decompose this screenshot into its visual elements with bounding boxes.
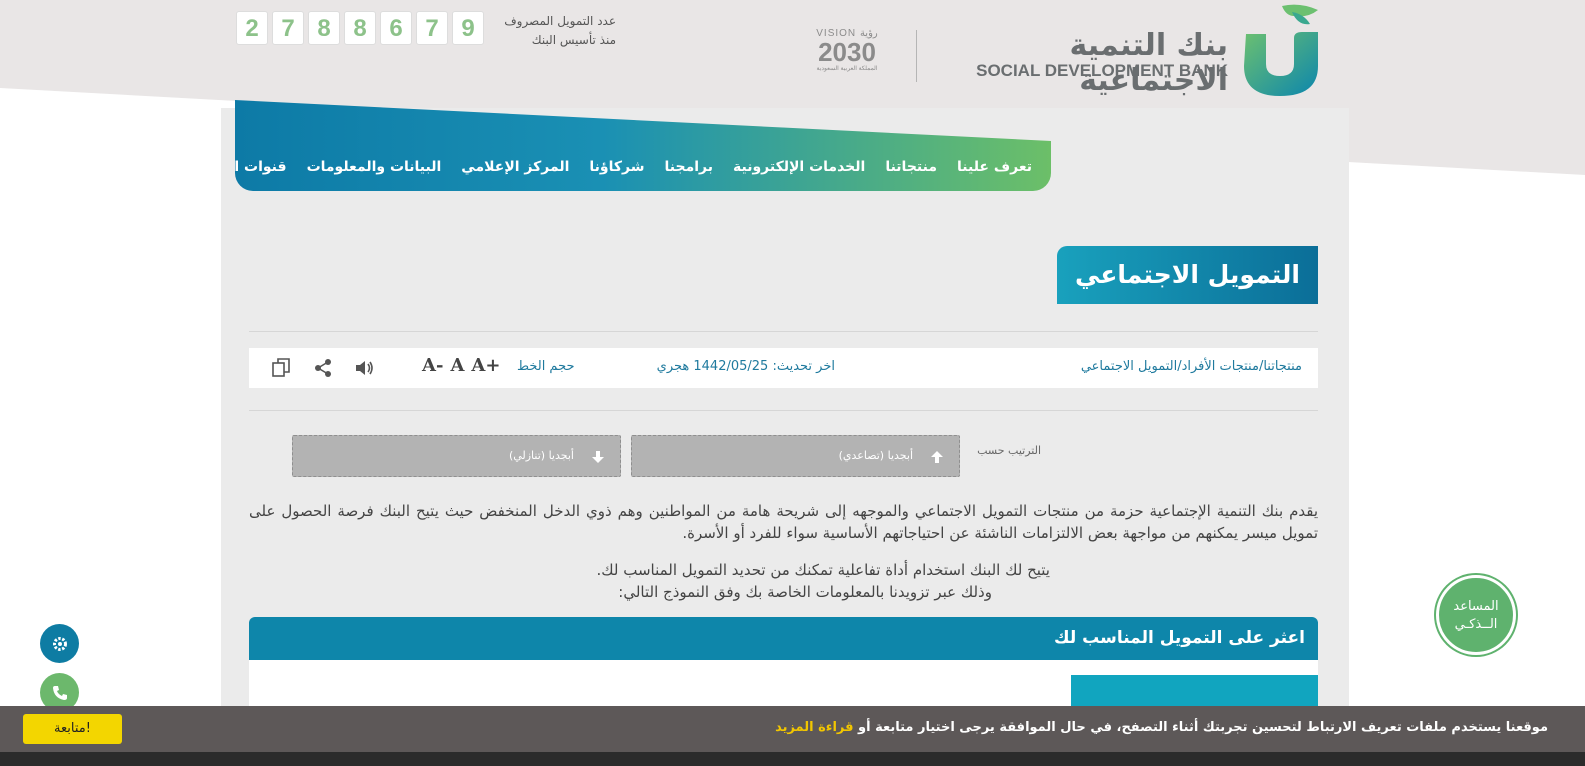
counter-digit: 9 xyxy=(452,11,484,45)
divider xyxy=(249,410,1318,411)
nav-item-products[interactable]: منتجاتنا xyxy=(885,159,937,175)
cookie-banner: موقعنا يستخدم ملفات تعريف الارتباط لتحسي… xyxy=(0,706,1585,752)
settings-button[interactable] xyxy=(40,624,79,663)
bank-logo-icon[interactable] xyxy=(1240,4,1322,98)
font-normal-button[interactable]: A xyxy=(450,355,464,376)
finance-finder-title: اعثر على التمويل المناسب لك xyxy=(1054,628,1305,648)
vision-year: 2030 xyxy=(818,37,876,67)
nav-item-about[interactable]: تعرف علينا xyxy=(957,159,1032,175)
counter-label-line1: عدد التمويل المصروف xyxy=(504,14,616,28)
last-updated: اخر تحديث: 1442/05/25 هجري xyxy=(656,359,835,374)
financing-counter: 2 7 8 8 6 7 9 xyxy=(236,11,484,45)
font-size-label: حجم الخط xyxy=(517,359,575,374)
counter-digit: 7 xyxy=(272,11,304,45)
intro-paragraph: يقدم بنك التنمية الإجتماعية حزمة من منتج… xyxy=(249,502,1318,542)
copy-icon[interactable] xyxy=(271,357,293,379)
counter-digit: 2 xyxy=(236,11,268,45)
font-increase-button[interactable]: A+ xyxy=(471,355,500,376)
tool-description-line1: يتيح لك البنك استخدام أداة تفاعلية تمكنك… xyxy=(596,561,1050,579)
vision-2030-logo[interactable]: VISION رؤية 2030 المملكة العربية السعودي… xyxy=(806,28,888,72)
counter-digit: 8 xyxy=(344,11,376,45)
arrow-down-icon xyxy=(592,451,604,463)
tool-description-line2: وذلك عبر تزويدنا بالمعلومات الخاصة بك وف… xyxy=(618,583,992,601)
assistant-line1: المساعد xyxy=(1453,599,1499,614)
counter-digit: 7 xyxy=(416,11,448,45)
nav-item-eservices[interactable]: الخدمات الإلكترونية xyxy=(733,159,865,175)
breadcrumb[interactable]: منتجاتنا/منتجات الأفراد/التمويل الاجتماع… xyxy=(1081,359,1302,374)
nav-item-media-center[interactable]: المركز الإعلامي xyxy=(461,159,569,175)
cookie-text: موقعنا يستخدم ملفات تعريف الارتباط لتحسي… xyxy=(858,720,1548,735)
nav-item-programs[interactable]: برامجنا xyxy=(665,159,714,175)
font-decrease-button[interactable]: A- xyxy=(422,355,443,376)
speaker-icon[interactable] xyxy=(353,357,375,379)
counter-digit: 8 xyxy=(308,11,340,45)
smart-assistant-button[interactable]: المساعد الــذكـي xyxy=(1436,575,1516,655)
counter-digit: 6 xyxy=(380,11,412,45)
sort-descending-button[interactable]: أبجديا (تنازلي) xyxy=(292,435,621,477)
assistant-line2: الــذكـي xyxy=(1454,617,1498,632)
read-more-link[interactable]: قراءة المزيد xyxy=(775,720,853,735)
finance-finder-option[interactable] xyxy=(1071,675,1318,708)
cookie-message: موقعنا يستخدم ملفات تعريف الارتباط لتحسي… xyxy=(775,720,1548,735)
counter-label: عدد التمويل المصروف منذ تأسيس البنك xyxy=(490,12,616,50)
arrow-up-icon xyxy=(931,451,943,463)
cookie-continue-button[interactable]: متابعة! xyxy=(23,714,122,744)
finance-finder-header: اعثر على التمويل المناسب لك xyxy=(249,617,1318,660)
sort-label: الترتيب حسب xyxy=(977,444,1041,457)
bank-name-english: SOCIAL DEVELOPMENT BANK xyxy=(976,61,1228,80)
page-title: التمويل الاجتماعي xyxy=(1057,246,1318,304)
counter-label-line2: منذ تأسيس البنك xyxy=(531,33,616,47)
header-divider xyxy=(916,30,917,82)
bottom-strip xyxy=(0,752,1585,766)
sort-descending-label: أبجديا (تنازلي) xyxy=(508,449,574,462)
phone-icon xyxy=(52,685,67,700)
sort-ascending-button[interactable]: أبجديا (تصاعدي) xyxy=(631,435,960,477)
vision-country: المملكة العربية السعودية xyxy=(816,66,878,72)
gear-icon xyxy=(52,636,67,651)
nav-item-data[interactable]: البيانات والمعلومات xyxy=(307,159,442,175)
sort-ascending-label: أبجديا (تصاعدي) xyxy=(838,449,913,462)
nav-item-partners[interactable]: شركاؤنا xyxy=(589,159,644,175)
share-icon[interactable] xyxy=(312,357,334,379)
divider xyxy=(249,331,1318,332)
nav-items: تعرف علينا منتجاتنا الخدمات الإلكترونية … xyxy=(235,159,1032,175)
font-size-controls: A- A A+ xyxy=(422,355,500,376)
page-toolbar: منتجاتنا/منتجات الأفراد/التمويل الاجتماع… xyxy=(249,348,1318,388)
